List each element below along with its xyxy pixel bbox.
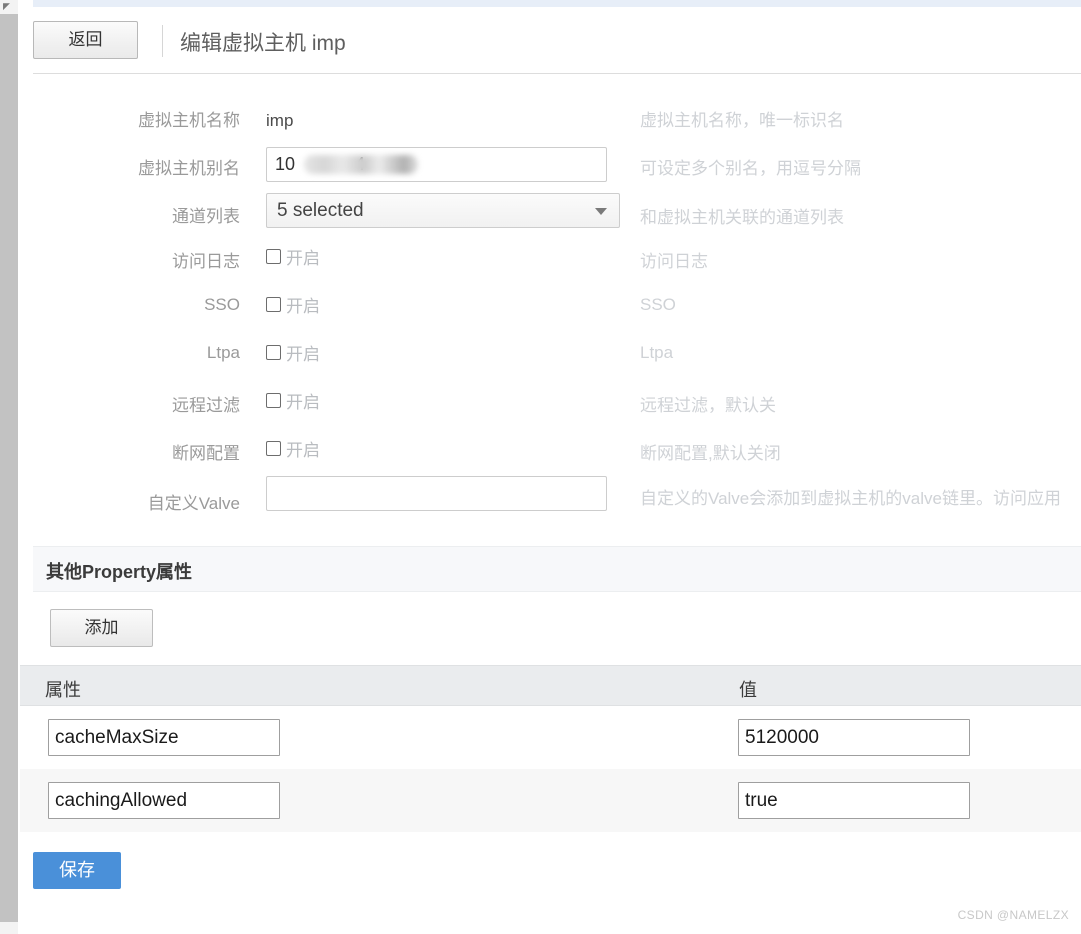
top-accent-strip xyxy=(33,0,1081,7)
checkbox-wrapper: 开启 xyxy=(266,388,320,413)
scroll-up-arrow-icon[interactable]: ◤ xyxy=(3,1,13,11)
form-label: 虚拟主机名称 xyxy=(33,106,240,131)
watermark: CSDN @NAMELZX xyxy=(958,908,1069,922)
text-input-wrapper xyxy=(266,476,607,511)
form-help-text: 断网配置,默认关闭 xyxy=(640,439,1081,464)
select-value: 5 selected xyxy=(277,200,364,221)
save-button[interactable]: 保存 xyxy=(33,852,121,889)
enable-checkbox[interactable] xyxy=(266,441,281,456)
form-help-text: 可设定多个别名，用逗号分隔 xyxy=(640,154,1081,179)
table-row xyxy=(20,769,1081,832)
property-name-input[interactable] xyxy=(48,719,280,756)
checkbox-wrapper: 开启 xyxy=(266,436,320,461)
checkbox-wrapper: 开启 xyxy=(266,244,320,269)
add-property-button[interactable]: 添加 xyxy=(50,609,153,647)
header-divider xyxy=(162,25,163,57)
form-help-text: SSO xyxy=(640,295,1081,315)
form-label: 通道列表 xyxy=(33,202,240,227)
form-control xyxy=(266,476,607,511)
form-label: Ltpa xyxy=(33,343,240,363)
host-alias-input[interactable] xyxy=(266,147,607,182)
page-root: ◤ 返回 编辑虚拟主机 imp 虚拟主机名称imp虚拟主机名称，唯一标识名虚拟主… xyxy=(0,0,1081,934)
form-control: 5 selected xyxy=(266,193,620,228)
checkbox-label: 开启 xyxy=(286,340,320,365)
form-help-text: 虚拟主机名称，唯一标识名 xyxy=(640,106,1081,131)
form-control: 开启 xyxy=(266,340,320,365)
form-control: 开启 xyxy=(266,436,320,461)
left-scroll-rail[interactable]: ◤ xyxy=(0,0,18,934)
form-help-text: 和虚拟主机关联的通道列表 xyxy=(640,203,1081,228)
checkbox-label: 开启 xyxy=(286,292,320,317)
form-control: 开启 xyxy=(266,388,320,413)
enable-checkbox[interactable] xyxy=(266,345,281,360)
property-table: 属性 值 xyxy=(20,665,1081,832)
form-help-text: 访问日志 xyxy=(640,247,1081,272)
custom-valve-input[interactable] xyxy=(266,476,607,511)
checkbox-label: 开启 xyxy=(286,388,320,413)
form-control: imp xyxy=(266,111,293,131)
form-control xyxy=(266,147,607,182)
page-title: 编辑虚拟主机 imp xyxy=(180,27,346,57)
property-value-input[interactable] xyxy=(738,719,970,756)
checkbox-wrapper: 开启 xyxy=(266,292,320,317)
virtual-host-form: 虚拟主机名称 imp 虚拟主机名称，唯一标识名虚拟主机别名 可设定多个别名，用逗号分隔… xyxy=(33,74,1081,541)
text-input-wrapper xyxy=(266,147,607,182)
checkbox-label: 开启 xyxy=(286,436,320,461)
form-control: 开启 xyxy=(266,292,320,317)
property-section-header: 其他Property属性 xyxy=(33,546,1081,592)
scroll-thumb[interactable] xyxy=(0,14,18,922)
chevron-down-icon[interactable] xyxy=(595,208,607,215)
table-row xyxy=(20,706,1081,769)
form-label: 远程过滤 xyxy=(33,391,240,416)
back-button[interactable]: 返回 xyxy=(33,21,138,59)
checkbox-wrapper: 开启 xyxy=(266,340,320,365)
form-label: 访问日志 xyxy=(33,247,240,272)
form-label: 虚拟主机别名 xyxy=(33,154,240,179)
form-label: 自定义Valve xyxy=(33,489,240,514)
form-help-text: 远程过滤，默认关 xyxy=(640,391,1081,416)
form-label: SSO xyxy=(33,295,240,315)
checkbox-label: 开启 xyxy=(286,244,320,269)
form-label: 断网配置 xyxy=(33,439,240,464)
column-header-attr: 属性 xyxy=(45,676,81,702)
form-help-text: Ltpa xyxy=(640,343,1081,363)
property-value-input[interactable] xyxy=(738,782,970,819)
property-table-header: 属性 值 xyxy=(20,665,1081,706)
enable-checkbox[interactable] xyxy=(266,249,281,264)
enable-checkbox[interactable] xyxy=(266,297,281,312)
property-name-input[interactable] xyxy=(48,782,280,819)
property-section-title: 其他Property属性 xyxy=(46,558,192,584)
enable-checkbox[interactable] xyxy=(266,393,281,408)
property-table-body xyxy=(20,706,1081,832)
form-help-text: 自定义的Valve会添加到虚拟主机的valve链里。访问应用 xyxy=(640,484,1081,509)
channel-list-select[interactable]: 5 selected xyxy=(266,193,620,228)
form-control: 开启 xyxy=(266,244,320,269)
page-header: 返回 编辑虚拟主机 imp xyxy=(33,7,1081,73)
static-value: imp xyxy=(266,111,293,130)
column-header-value: 值 xyxy=(739,676,757,702)
